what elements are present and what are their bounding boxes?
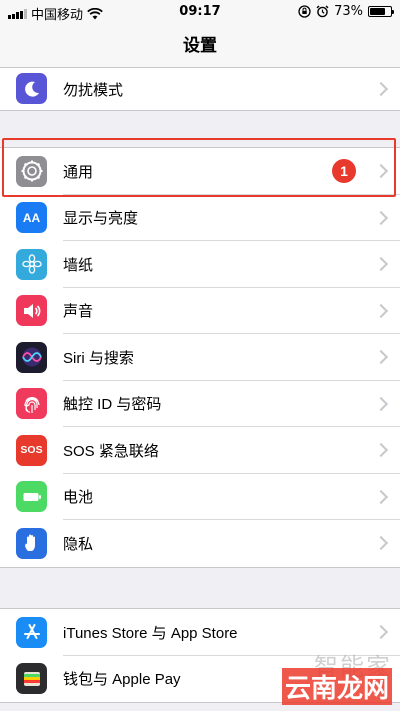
row-wallet-apple-pay[interactable]: 钱包与 Apple Pay <box>0 656 400 703</box>
row-privacy[interactable]: 隐私 <box>0 520 400 567</box>
display-brightness-icon: AA <box>16 202 47 234</box>
row-do-not-disturb[interactable]: 勿扰模式 <box>0 68 400 110</box>
siri-icon <box>16 341 47 373</box>
row-label: 声音 <box>63 303 94 321</box>
chevron-right-icon <box>373 257 389 272</box>
chevron-right-icon <box>373 81 389 97</box>
sos-icon-glyph: SOS <box>20 444 43 457</box>
fingerprint-icon <box>16 388 47 420</box>
row-label: 墙纸 <box>63 256 94 274</box>
status-right: 73% <box>298 4 394 19</box>
settings-group-dnd: 勿扰模式 <box>0 68 400 111</box>
chevron-right-icon <box>373 443 389 458</box>
chevron-right-icon <box>373 671 389 686</box>
row-battery[interactable]: 电池 <box>0 474 400 520</box>
gear-icon <box>16 155 47 187</box>
row-display-brightness[interactable]: AA 显示与亮度 <box>0 195 400 241</box>
row-touch-id-passcode[interactable]: 触控 ID 与密码 <box>0 381 400 427</box>
chevron-right-icon <box>373 303 389 318</box>
chevron-right-icon <box>373 210 389 225</box>
chevron-right-icon <box>373 489 389 504</box>
settings-group-main: 通用 1 AA 显示与亮度 墙纸 声音 Siri 与搜索 触控 ID 与密码 S… <box>0 147 400 568</box>
row-label: SOS 紧急联络 <box>63 442 159 460</box>
notification-badge: 1 <box>332 159 356 184</box>
app-store-icon <box>16 616 47 648</box>
moon-icon <box>16 73 47 104</box>
row-wallpaper[interactable]: 墙纸 <box>0 241 400 288</box>
alarm-icon <box>316 5 329 18</box>
row-siri-search[interactable]: Siri 与搜索 <box>0 334 400 381</box>
row-label: 勿扰模式 <box>63 81 124 99</box>
rotation-lock-icon <box>298 5 311 18</box>
chevron-right-icon <box>373 164 389 179</box>
chevron-right-icon <box>373 396 389 411</box>
battery-icon <box>16 481 47 513</box>
sos-icon: SOS <box>16 434 47 466</box>
battery-icon <box>368 6 394 17</box>
row-label: 显示与亮度 <box>63 210 139 228</box>
status-bar: 中国移动 09:17 73% <box>0 0 400 24</box>
row-label: 隐私 <box>63 535 94 553</box>
row-label: Siri 与搜索 <box>63 349 134 367</box>
hand-icon <box>16 527 47 559</box>
chevron-right-icon <box>373 625 389 640</box>
battery-fill <box>370 8 385 15</box>
speaker-icon <box>16 295 47 327</box>
row-general[interactable]: 通用 1 <box>0 148 400 195</box>
settings-group-store: iTunes Store 与 App Store 钱包与 Apple Pay <box>0 608 400 703</box>
row-label: iTunes Store 与 App Store <box>63 624 238 642</box>
row-label: 钱包与 Apple Pay <box>63 671 181 689</box>
page-title: 设置 <box>183 36 217 56</box>
battery-percent: 73% <box>334 4 363 19</box>
chevron-right-icon <box>373 350 389 365</box>
nav-bar: 设置 <box>0 24 400 68</box>
row-label: 通用 <box>63 163 94 181</box>
chevron-right-icon <box>373 536 389 551</box>
row-label: 电池 <box>63 489 94 507</box>
row-sounds[interactable]: 声音 <box>0 288 400 334</box>
row-label: 触控 ID 与密码 <box>63 396 162 414</box>
display-icon-glyph: AA <box>22 210 41 225</box>
wallpaper-flower-icon <box>16 248 47 280</box>
row-emergency-sos[interactable]: SOS SOS 紧急联络 <box>0 427 400 474</box>
wallet-icon <box>16 663 47 695</box>
row-itunes-app-store[interactable]: iTunes Store 与 App Store <box>0 609 400 656</box>
